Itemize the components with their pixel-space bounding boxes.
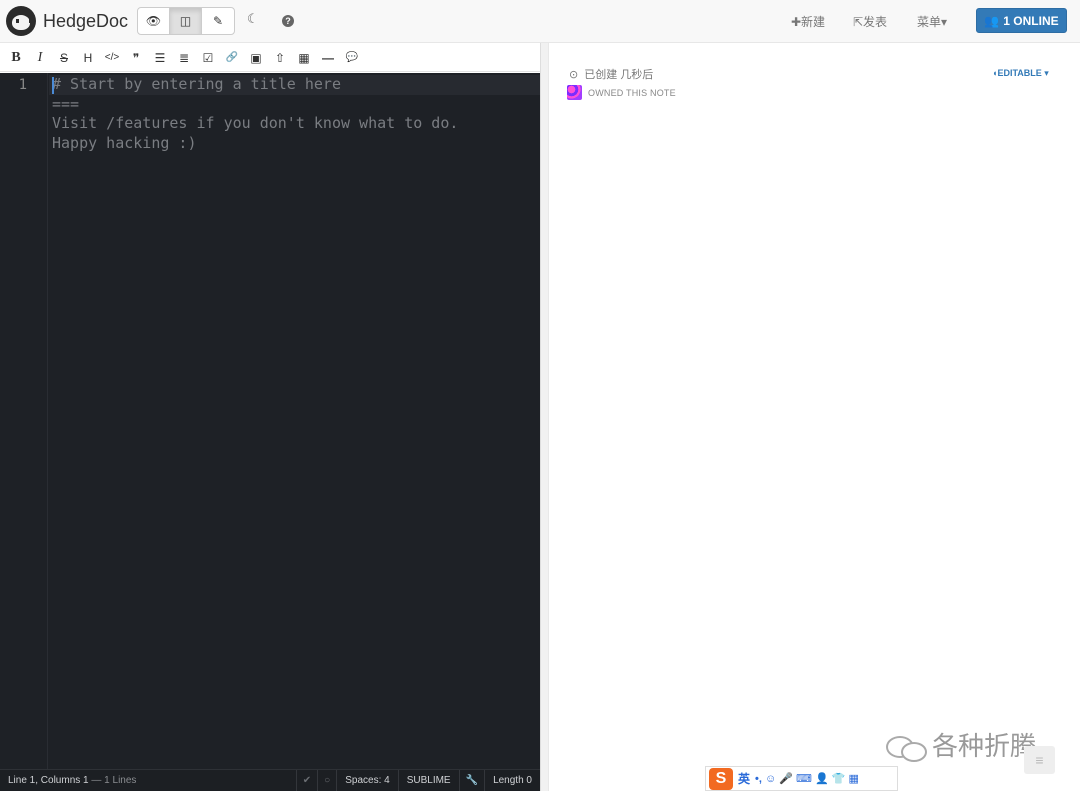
- edit-mode-button[interactable]: ✎: [202, 8, 234, 34]
- check-icon: ✔: [295, 770, 317, 791]
- created-time: 已创建 几秒后: [584, 69, 654, 81]
- horizontal-line-button[interactable]: —: [316, 46, 340, 70]
- view-mode-button[interactable]: 👁: [138, 8, 170, 34]
- help-icon[interactable]: ?: [282, 15, 294, 27]
- permission-dropdown[interactable]: ◖EDITABLE ▾: [992, 68, 1049, 79]
- editor-text[interactable]: # Start by entering a title here === Visit…: [52, 75, 458, 153]
- watermark-text: 各种折腾: [932, 731, 1037, 761]
- ime-language-toggle[interactable]: 英: [738, 770, 750, 787]
- line-count-label: — 1 Lines: [91, 775, 137, 786]
- online-users-button[interactable]: 👥 1 ONLINE: [976, 8, 1067, 33]
- editor-line: Visit /features if you don't know what t…: [52, 114, 459, 132]
- checklist-button[interactable]: ☑: [196, 46, 220, 70]
- night-mode-icon[interactable]: ☾: [247, 11, 259, 27]
- ime-tool-icons[interactable]: •, ☺ 🎤 ⌨ 👤 👕 ▦: [755, 772, 859, 785]
- wechat-icon: [886, 730, 927, 762]
- strikethrough-button[interactable]: S: [52, 46, 76, 70]
- created-info: ⊙ 已创建 几秒后: [569, 66, 653, 82]
- sogou-logo-icon[interactable]: S: [709, 767, 733, 790]
- link-button[interactable]: 🔗: [220, 46, 244, 70]
- brand[interactable]: HedgeDoc: [6, 5, 128, 37]
- ime-toolbar[interactable]: S 英 •, ☺ 🎤 ⌨ 👤 👕 ▦: [705, 766, 898, 791]
- avatar[interactable]: [567, 85, 582, 100]
- status-indicators: ✔ ○ Spaces: 4 SUBLIME 🔧 Length 0: [295, 770, 540, 791]
- watermark: 各种折腾: [886, 726, 1036, 763]
- quote-button[interactable]: ❞: [124, 46, 148, 70]
- text-cursor: [52, 77, 54, 94]
- ordered-list-button[interactable]: ≣: [172, 46, 196, 70]
- indent-setting[interactable]: Spaces: 4: [336, 770, 397, 791]
- bold-button[interactable]: B: [4, 46, 28, 70]
- cursor-position: Line 1, Columns 1 — 1 Lines: [8, 775, 136, 786]
- wrench-icon[interactable]: 🔧: [458, 770, 484, 791]
- table-button[interactable]: ▦: [292, 46, 316, 70]
- line-gutter: 1: [0, 73, 48, 769]
- scroll-to-top-button[interactable]: ≡: [1024, 746, 1055, 774]
- code-editor[interactable]: 1 # Start by entering a title here === Vis…: [0, 73, 540, 769]
- circle-icon: ○: [317, 770, 336, 791]
- columns-icon: ◫: [179, 14, 192, 28]
- brand-name: HedgeDoc: [43, 10, 129, 31]
- owner-label: OWNED THIS NOTE: [588, 87, 676, 98]
- keymap-setting[interactable]: SUBLIME: [397, 770, 459, 791]
- permission-label: EDITABLE ▾: [997, 68, 1049, 78]
- hedgedoc-logo-icon: [6, 6, 36, 36]
- top-navbar: HedgeDoc 👁 ◫ ✎ ☾ ? ✚新建 ⇱发表 菜单▾ 👥 1 ONLIN…: [0, 0, 1080, 43]
- italic-button[interactable]: I: [28, 46, 52, 70]
- code-button[interactable]: </>: [100, 46, 124, 70]
- list-icon: ≡: [1035, 752, 1044, 768]
- view-mode-group: 👁 ◫ ✎: [137, 7, 235, 35]
- users-icon: 👥: [984, 13, 1000, 28]
- owner-info: OWNED THIS NOTE: [567, 85, 676, 100]
- unordered-list-button[interactable]: ☰: [148, 46, 172, 70]
- pane-splitter[interactable]: [540, 43, 549, 791]
- editor-toolbar: B I S H </> ❞ ☰ ≣ ☑ 🔗 ▣ ⇧ ▦ — 💬: [0, 44, 540, 72]
- eye-icon: 👁: [145, 14, 162, 28]
- image-button[interactable]: ▣: [244, 46, 268, 70]
- menu-dropdown[interactable]: 菜单▾: [917, 13, 947, 30]
- editor-line: ===: [52, 94, 80, 113]
- position-label: Line 1, Columns 1: [8, 775, 89, 786]
- publish-button[interactable]: ⇱发表: [853, 13, 887, 30]
- clock-icon: ⊙: [569, 68, 579, 81]
- upload-button[interactable]: ⇧: [268, 46, 292, 70]
- comment-button[interactable]: 💬: [340, 46, 364, 70]
- editor-line: # Start by entering a title here: [52, 75, 341, 93]
- editor-line: Happy hacking :): [52, 133, 197, 152]
- line-number: 1: [18, 77, 27, 93]
- both-mode-button[interactable]: ◫: [170, 8, 202, 34]
- pencil-icon: ✎: [212, 14, 224, 28]
- header-button[interactable]: H: [76, 46, 100, 70]
- new-note-button[interactable]: ✚新建: [791, 13, 825, 30]
- online-count-label: 1 ONLINE: [1003, 13, 1059, 28]
- status-bar: Line 1, Columns 1 — 1 Lines ✔ ○ Spaces: …: [0, 769, 540, 791]
- length-indicator: Length 0: [484, 770, 540, 791]
